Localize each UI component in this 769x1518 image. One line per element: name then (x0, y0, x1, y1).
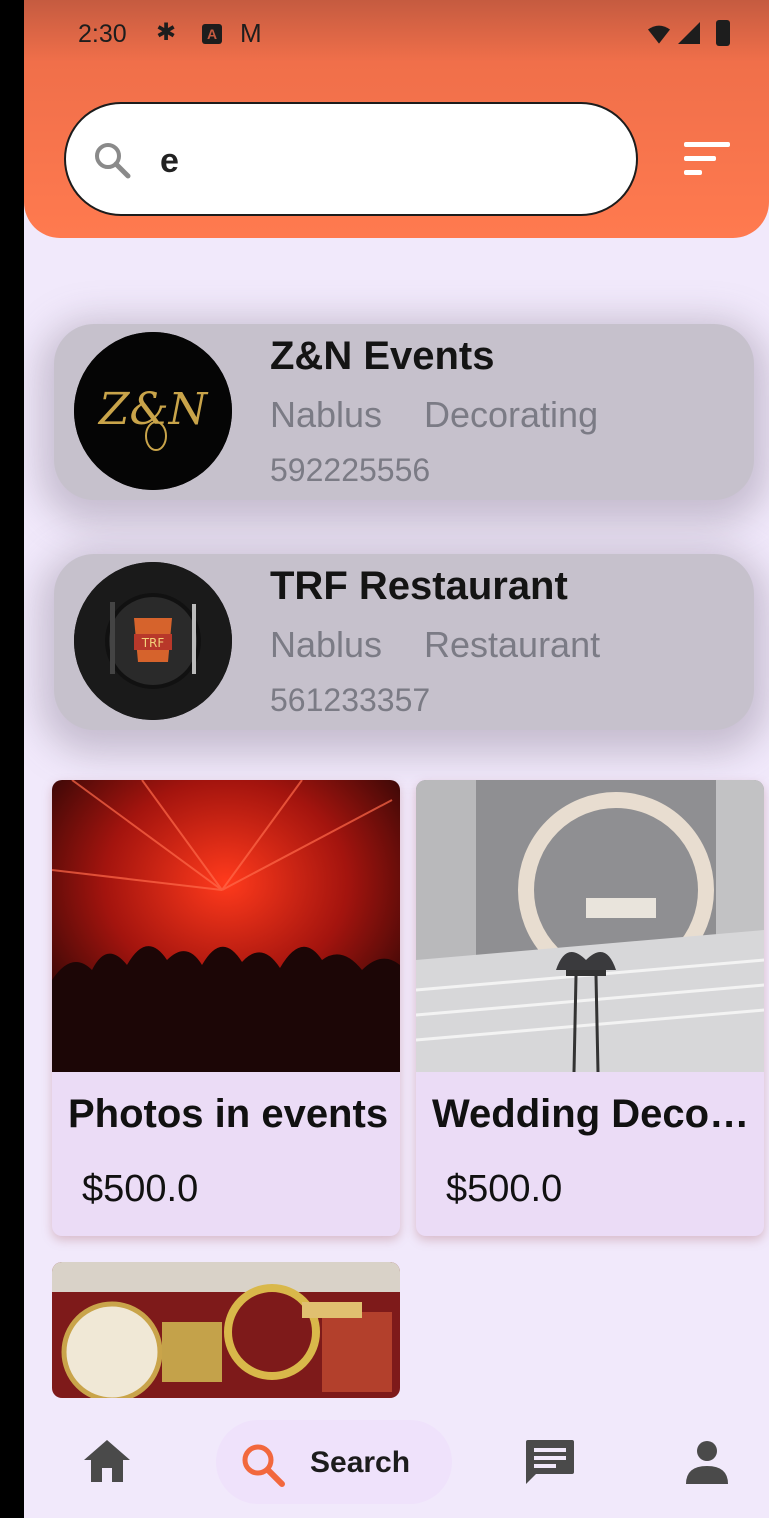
wifi-icon (648, 25, 670, 44)
battery-icon (716, 20, 730, 46)
service-price: $500.0 (82, 1168, 199, 1210)
search-icon (95, 143, 131, 179)
bottom-navigation: Search (24, 1398, 769, 1518)
zn-logo-image: Z&N (74, 332, 232, 490)
provider-avatar: TRF (74, 562, 232, 720)
service-price: $500.0 (446, 1168, 563, 1210)
filter-sort-icon[interactable] (684, 142, 730, 176)
svg-text:TRF: TRF (141, 636, 165, 650)
signal-icon (678, 22, 700, 44)
provider-city: Nablus (270, 394, 383, 435)
provider-card[interactable]: Z&N Z&N Events Nablus Decorating 5922255… (54, 324, 754, 500)
provider-category: Restaurant (424, 624, 601, 665)
app-screen: 2:30 ✱ A M e Z&N Z&N Events Nablus Decor… (24, 0, 769, 1518)
status-bar: 2:30 ✱ A M (24, 0, 769, 64)
provider-category: Decorating (424, 394, 599, 435)
svg-text:Z&N: Z&N (97, 384, 209, 435)
profile-icon[interactable] (684, 1440, 730, 1484)
provider-phone: 561233357 (270, 682, 431, 718)
gmail-status-icon: M (240, 18, 262, 48)
app-notification-icon: A (202, 24, 222, 44)
status-time: 2:30 (78, 20, 127, 48)
provider-name: Z&N Events (270, 334, 495, 378)
left-edge (0, 0, 24, 1518)
service-title: Photos in events (68, 1092, 389, 1136)
concert-photo (52, 780, 400, 1072)
nav-search-label: Search (310, 1446, 411, 1479)
provider-phone: 592225556 (270, 452, 431, 488)
service-image (416, 780, 764, 1072)
service-card[interactable] (52, 1262, 400, 1398)
home-icon[interactable] (82, 1438, 132, 1484)
provider-city: Nablus (270, 624, 383, 665)
service-image (52, 1262, 400, 1398)
search-icon (242, 1444, 285, 1487)
provider-card[interactable]: TRF TRF Restaurant Nablus Restaurant 561… (54, 554, 754, 730)
search-query-text: e (160, 142, 179, 180)
trf-logo-image: TRF (74, 562, 232, 720)
service-card[interactable]: Wedding Decoration $500.0 (416, 780, 764, 1236)
service-image (52, 780, 400, 1072)
service-title: Wedding Decoration (432, 1092, 758, 1136)
traditional-crafts-photo (52, 1262, 400, 1398)
provider-avatar: Z&N (74, 332, 232, 490)
chat-icon[interactable] (524, 1438, 576, 1486)
search-input[interactable]: e (64, 102, 638, 216)
provider-name: TRF Restaurant (270, 564, 568, 608)
settings-status-icon: ✱ (156, 19, 177, 46)
wedding-decor-photo (416, 780, 764, 1072)
search-header: 2:30 ✱ A M e (24, 0, 769, 238)
service-card[interactable]: Photos in events $500.0 (52, 780, 400, 1236)
